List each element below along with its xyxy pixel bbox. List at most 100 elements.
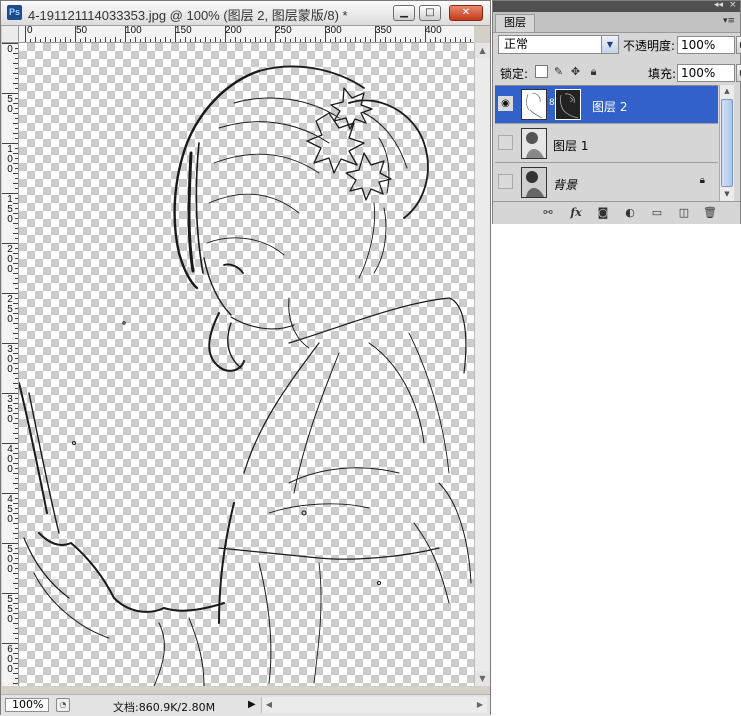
ruler-label: 100 [125,26,142,36]
layers-scrollbar[interactable]: ▲ ▼ [719,85,734,201]
vertical-ruler[interactable]: 0 5 0 1 0 0 1 5 0 2 0 0 2 5 0 3 0 0 3 5 … [2,43,19,686]
layer-name: 图层 1 [553,139,589,153]
scroll-up-icon[interactable]: ▲ [720,85,734,98]
document-canvas[interactable] [19,43,474,686]
lock-move-icon[interactable]: ✥ [569,65,582,78]
ruler-label: 1 0 0 [7,144,13,175]
layer-name: 背景 [553,178,578,192]
layers-panel: ◂◂ × 图层 ▾≡ 正常 ▼ 不透明度: 100% ▶ 锁定: ✎ ✥ 🔒︎ … [492,0,741,224]
photoshop-logo-icon: Ps [7,5,22,20]
minimize-button[interactable]: ▁ [393,5,415,21]
scroll-thumb[interactable] [721,99,733,187]
opacity-value: 100% [681,38,716,52]
document-titlebar[interactable]: Ps 4-191121114033353.jpg @ 100% (图层 2, 图… [1,1,490,26]
minimize-icon: ▁ [400,7,408,18]
maximize-icon: □ [425,7,435,18]
layer-name: 图层 2 [592,100,628,114]
eye-visibility-icon[interactable] [498,135,513,150]
opacity-label: 不透明度: [623,39,676,53]
lock-label: 锁定: [500,67,529,81]
ruler-label: 5 0 0 [7,544,13,575]
eye-visibility-icon[interactable]: ◉ [498,96,513,111]
fx-icon[interactable]: fx [568,205,584,220]
link-chain-icon[interactable]: 8 [549,98,555,108]
scroll-down-icon[interactable]: ▼ [475,671,490,686]
lock-brush-icon[interactable]: ✎ [552,65,565,78]
group-folder-icon[interactable]: ▭ [649,205,665,220]
horizontal-scrollbar[interactable]: ◀ ▶ [261,697,487,713]
ruler-label: 2 0 0 [7,244,13,275]
ruler-label: 400 [425,26,442,36]
adjustment-icon[interactable]: ◐ [622,205,638,220]
ruler-label: 200 [225,26,242,36]
ruler-label: 150 [175,26,192,36]
fill-field[interactable]: 100% ▶ [677,64,741,82]
ruler-label: 1 5 0 [7,194,13,225]
ruler-label: 50 [76,26,88,36]
close-icon: ✕ [461,7,471,18]
scroll-right-icon[interactable]: ▶ [473,697,487,712]
ruler-label: 3 5 0 [7,394,13,425]
horizontal-ruler-ticks [25,26,471,42]
line-art-illustration [19,65,472,686]
document-window: Ps 4-191121114033353.jpg @ 100% (图层 2, 图… [0,0,491,716]
layer-lock-icon: 🔒︎ [699,175,705,186]
document-size-info: 文档:860.9K/2.80M [113,701,216,714]
layer-mask-thumbnail[interactable] [555,89,581,120]
lock-all-icon[interactable]: 🔒︎ [587,65,600,78]
ruler-label: 0 [27,26,33,36]
layer-thumbnail [521,167,547,198]
ruler-label: 4 5 0 [7,494,13,525]
ruler-label: 5 5 0 [7,594,13,625]
status-menu-arrow-icon[interactable]: ▶ [248,699,256,710]
layers-panel-footer: ⚯ fx ◙ ◐ ▭ ◫ 🗑︎ [493,201,740,224]
eye-visibility-icon[interactable] [498,174,513,189]
status-options-icon[interactable]: ◔ [56,698,70,712]
fill-slider-arrow-icon[interactable]: ▶ [736,64,741,82]
ruler-label: 2 5 0 [7,294,13,325]
ruler-label: 5 0 [7,94,13,115]
mask-icon[interactable]: ◙ [595,205,611,220]
maximize-button[interactable]: □ [419,5,441,21]
blend-mode-select[interactable]: 正常 ▼ [498,35,619,54]
panel-menu-icon[interactable]: ▾≡ [723,16,735,26]
link-icon[interactable]: ⚯ [540,205,556,220]
layer-row-layer-1[interactable]: 图层 1 [495,125,718,163]
collapse-icon[interactable]: ◂◂ [714,0,723,11]
fill-label: 填充: [648,67,677,81]
zoom-level-field[interactable]: 100% [5,698,49,712]
new-layer-icon[interactable]: ◫ [676,205,692,220]
ruler-label: 6 0 0 [7,644,13,675]
horizontal-ruler[interactable]: 0 50 100 150 200 250 300 350 400 [19,26,474,43]
tab-layers[interactable]: 图层 [495,14,535,32]
document-title: 4-191121114033353.jpg @ 100% (图层 2, 图层蒙版… [28,8,348,23]
layer-row-layer-2[interactable]: ◉ 8 图层 2 [495,86,718,124]
close-panel-icon[interactable]: × [729,0,737,11]
ruler-label: 350 [375,26,392,36]
ruler-label: 0 [7,44,13,55]
trash-icon[interactable]: 🗑︎ [702,205,718,220]
ruler-label: 300 [325,26,342,36]
ruler-label: 250 [275,26,292,36]
panel-tab-row: 图层 ▾≡ [493,12,740,33]
layer-thumbnail [521,89,547,120]
layer-row-background[interactable]: 背景 🔒︎ [495,164,718,202]
ruler-origin[interactable] [2,26,19,43]
layer-thumbnail [521,128,547,159]
opacity-slider-arrow-icon[interactable]: ▶ [736,36,741,54]
status-bar: 100% ◔ 文档:860.9K/2.80M ▶ ◀ ▶ [1,694,490,716]
scroll-left-icon[interactable]: ◀ [262,697,276,712]
chevron-down-icon: ▼ [601,36,618,53]
lock-transparent-icon[interactable] [535,65,548,78]
scroll-down-icon[interactable]: ▼ [720,188,734,201]
opacity-field[interactable]: 100% ▶ [677,36,741,54]
panel-dock-bar[interactable]: ◂◂ × [493,0,740,12]
fill-value: 100% [681,66,716,80]
blend-mode-value: 正常 [504,37,529,51]
scroll-up-icon[interactable]: ▲ [475,43,490,58]
ruler-label: 4 0 0 [7,444,13,475]
vertical-scrollbar[interactable]: ▲ ▼ [474,43,490,686]
ruler-label: 3 0 0 [7,344,13,375]
close-button[interactable]: ✕ [449,5,483,21]
layers-list: ◉ 8 图层 2 图层 1 背景 🔒︎ [495,85,718,202]
